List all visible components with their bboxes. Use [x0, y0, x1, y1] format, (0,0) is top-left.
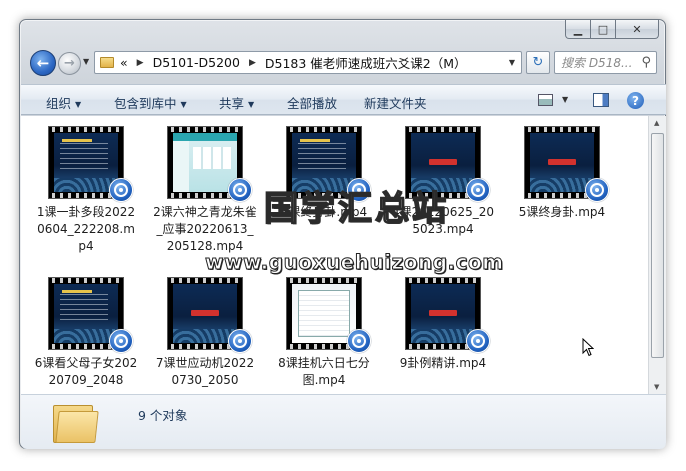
file-name: 7课世应动机20220730_2050	[155, 356, 255, 387]
minimize-icon: ▁	[573, 22, 583, 36]
new-folder-label: 新建文件夹	[364, 96, 427, 111]
breadcrumb-overflow[interactable]: «	[119, 55, 129, 70]
change-view-icon[interactable]	[538, 94, 553, 106]
file-name: 1课一卦多段20220604_222208.mp4	[36, 205, 136, 253]
vertical-scrollbar[interactable]: ▲ ▼	[648, 116, 666, 394]
file-name: 5课终身卦.mp4	[518, 205, 606, 219]
back-button[interactable]: ←	[30, 50, 56, 76]
file-name: 8课挂机六日七分图.mp4	[278, 356, 370, 387]
maximize-icon: □	[597, 22, 609, 36]
media-player-icon	[466, 329, 490, 353]
forward-arrow-icon: →	[64, 56, 75, 71]
chevron-down-icon: ▼	[83, 57, 90, 66]
file-name: 6课看父母子女20220709_2048	[34, 356, 138, 387]
magnifier-icon: ⚲	[641, 55, 651, 70]
folder-icon	[53, 401, 99, 443]
organize-label: 组织	[46, 96, 72, 111]
play-all-button[interactable]: 全部播放	[287, 93, 337, 112]
folder-icon	[100, 57, 114, 68]
breadcrumb-separator-icon[interactable]: ▶	[137, 58, 144, 68]
back-arrow-icon: ←	[36, 54, 50, 72]
navigation-bar: ← → ▼ « ▶ D5101-D5200 ▶ D5183 催老师速成班六爻课2…	[30, 50, 657, 76]
share-label: 共享	[219, 96, 245, 111]
media-player-icon	[228, 178, 252, 202]
scroll-down-icon[interactable]: ▼	[654, 383, 659, 391]
watermark-text: 国学汇总站	[263, 188, 449, 230]
item-count: 9 个对象	[138, 408, 188, 423]
recent-pages-button[interactable]: ▼	[83, 57, 89, 66]
caption-buttons: ▁ □ ✕	[565, 20, 659, 39]
search-placeholder: 搜索 D518...	[561, 56, 633, 70]
chevron-down-icon: ▼	[248, 100, 255, 109]
watermark-url: www.guoxuehuizong.com	[205, 250, 504, 275]
media-player-icon	[466, 178, 490, 202]
media-player-icon	[109, 178, 133, 202]
media-player-icon	[585, 178, 609, 202]
media-player-icon	[109, 329, 133, 353]
file-name: 2课六神之青龙朱雀_应事20220613_205128.mp4	[153, 205, 257, 253]
minimize-button[interactable]: ▁	[565, 20, 591, 39]
include-library-label: 包含到库中	[114, 96, 177, 111]
close-button[interactable]: ✕	[616, 20, 659, 39]
close-icon: ✕	[632, 22, 642, 36]
share-button[interactable]: 共享 ▼	[219, 93, 254, 112]
breadcrumb-item-parent[interactable]: D5101-D5200	[152, 55, 241, 70]
maximize-button[interactable]: □	[591, 20, 616, 39]
view-options-chevron-icon[interactable]: ▼	[562, 95, 568, 104]
explorer-window: ▁ □ ✕ ← → ▼ « ▶ D5101-D5200 ▶ D5183 催老师速…	[19, 19, 666, 449]
media-player-icon	[347, 329, 371, 353]
help-icon[interactable]: ?	[627, 92, 644, 109]
scroll-up-icon[interactable]: ▲	[654, 119, 659, 127]
chevron-down-icon: ▼	[75, 100, 82, 109]
organize-button[interactable]: 组织 ▼	[46, 93, 81, 112]
include-library-button[interactable]: 包含到库中 ▼	[114, 93, 187, 112]
search-input[interactable]: 搜索 D518... ⚲	[554, 51, 657, 74]
breadcrumb-separator-icon[interactable]: ▶	[249, 58, 256, 68]
file-name: 9卦例精讲.mp4	[399, 356, 487, 370]
play-all-label: 全部播放	[287, 96, 338, 111]
command-bar: 组织 ▼ 包含到库中 ▼ 共享 ▼ 全部播放 新建文件夹 ▼ ?	[21, 84, 666, 115]
forward-button[interactable]: →	[58, 52, 81, 75]
breadcrumb-item-current[interactable]: D5183 催老师速成班六爻课2（M）	[264, 53, 468, 72]
new-folder-button[interactable]: 新建文件夹	[364, 93, 427, 112]
scrollbar-thumb[interactable]	[651, 133, 664, 358]
address-dropdown-icon[interactable]: ▼	[509, 58, 515, 67]
chevron-down-icon: ▼	[180, 100, 187, 109]
refresh-button[interactable]: ↻	[526, 51, 550, 74]
details-pane: 9 个对象	[21, 394, 666, 449]
preview-pane-icon[interactable]	[593, 93, 609, 107]
refresh-icon: ↻	[532, 55, 544, 70]
address-bar[interactable]: « ▶ D5101-D5200 ▶ D5183 催老师速成班六爻课2（M） ▼	[94, 51, 522, 74]
media-player-icon	[228, 329, 252, 353]
